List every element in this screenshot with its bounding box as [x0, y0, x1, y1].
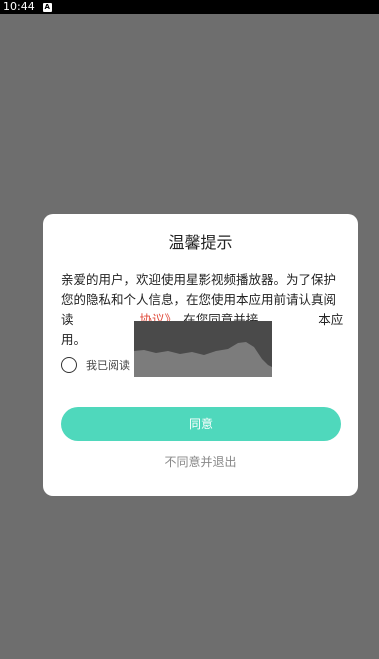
consent-checkbox-row[interactable]: 我已阅读	[61, 356, 130, 374]
decline-exit-button[interactable]: 不同意并退出	[43, 454, 358, 470]
dialog-title: 温馨提示	[168, 233, 233, 252]
redaction-overlay	[134, 321, 272, 377]
privacy-dialog: 温馨提示 亲爱的用户，欢迎使用星影视频播放器。为了保护您的隐私和个人信息，在您使…	[43, 214, 358, 496]
consent-label: 我已阅读	[86, 359, 130, 372]
status-bar: 10:44 A	[0, 0, 379, 14]
notification-icon: A	[42, 2, 52, 12]
status-time: 10:44	[3, 0, 35, 13]
consent-checkbox[interactable]	[61, 357, 77, 373]
agree-button[interactable]: 同意	[61, 407, 341, 441]
